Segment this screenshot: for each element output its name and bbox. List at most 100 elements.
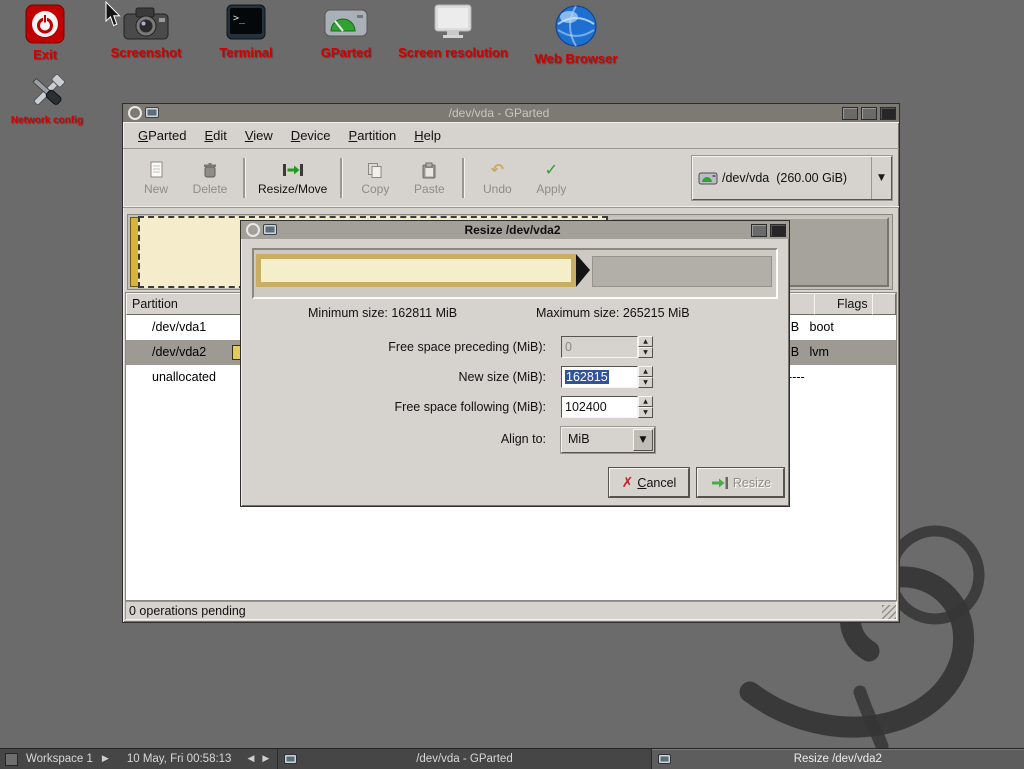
free-space-preceding-label: Free space preceding (MiB): bbox=[241, 334, 546, 360]
gparted-drive-icon bbox=[324, 4, 368, 42]
free-space-following-stepper[interactable]: ▲ ▼ bbox=[638, 396, 653, 418]
apply-check-icon: ✓ bbox=[545, 162, 558, 178]
paste-button[interactable]: Paste bbox=[402, 152, 456, 204]
desktop-icon-label: Screenshot bbox=[111, 45, 182, 60]
resize-grip[interactable] bbox=[882, 605, 896, 619]
align-to-value: MiB bbox=[562, 432, 590, 446]
task-resize-dialog[interactable]: Resize /dev/vda2 bbox=[651, 749, 1024, 769]
arrow-down-icon: ▼ bbox=[643, 350, 648, 356]
delete-icon bbox=[202, 162, 218, 179]
menu-device[interactable]: Device bbox=[282, 124, 340, 147]
device-selector-dropdown[interactable]: ▼ bbox=[871, 157, 891, 199]
exit-power-icon bbox=[25, 4, 65, 44]
desktop-icon-network-config[interactable]: Network config bbox=[0, 72, 105, 126]
close-button[interactable] bbox=[880, 107, 896, 120]
header-partition-label: Partition bbox=[132, 297, 178, 311]
arrow-down-icon: ▼ bbox=[643, 380, 648, 386]
selected-text: 162815 bbox=[565, 370, 609, 384]
main-window-title: /dev/vda - GParted bbox=[159, 106, 839, 120]
arrow-up-icon: ▲ bbox=[643, 339, 648, 345]
desktop-icon-label: Screen resolution bbox=[398, 45, 508, 60]
scroll-left-icon[interactable]: ◀ bbox=[247, 754, 254, 764]
scroll-right-icon[interactable]: ▶ bbox=[262, 754, 269, 764]
device-selector[interactable]: /dev/vda (260.00 GiB) ▼ bbox=[692, 156, 892, 200]
apply-button[interactable]: ✓ Apply bbox=[524, 152, 578, 204]
resize-slider-handle-icon[interactable] bbox=[576, 254, 590, 287]
undo-icon: ↶ bbox=[491, 162, 504, 178]
stepper-up-button[interactable]: ▲ bbox=[638, 366, 653, 377]
cancel-button[interactable]: ✗ Cancel bbox=[609, 468, 689, 497]
dialog-title: Resize /dev/vda2 bbox=[277, 223, 748, 237]
menu-partition[interactable]: Partition bbox=[340, 124, 406, 147]
stepper-down-button[interactable]: ▼ bbox=[638, 377, 653, 388]
row-partition-name: /dev/vda2 bbox=[126, 345, 206, 359]
new-button[interactable]: New bbox=[129, 152, 183, 204]
stepper-down-button[interactable]: ▼ bbox=[638, 407, 653, 418]
header-filler bbox=[872, 293, 896, 315]
resize-confirm-button[interactable]: Resize bbox=[697, 468, 784, 497]
arrow-up-icon: ▲ bbox=[643, 399, 648, 405]
tools-icon bbox=[26, 72, 68, 112]
task-label: /dev/vda - GParted bbox=[278, 753, 650, 765]
menu-help[interactable]: Help bbox=[405, 124, 450, 147]
row-right-text: iB lvm bbox=[788, 340, 829, 365]
workspace-next-icon[interactable]: ▶ bbox=[102, 754, 109, 764]
pager-icon[interactable] bbox=[5, 753, 18, 766]
desktop-icon-gparted[interactable]: GParted bbox=[288, 4, 404, 60]
pending-operations-text: 0 operations pending bbox=[129, 604, 246, 618]
chevron-down-icon: ▼ bbox=[878, 173, 885, 183]
task-gparted-main[interactable]: /dev/vda - GParted bbox=[277, 749, 650, 769]
cancel-button-label: Cancel bbox=[637, 476, 676, 490]
menu-view[interactable]: View bbox=[236, 124, 282, 147]
resize-button-label: Resize bbox=[733, 476, 771, 490]
copy-button-label: Copy bbox=[361, 182, 389, 196]
minimize-button[interactable] bbox=[842, 107, 858, 120]
maximize-button[interactable] bbox=[861, 107, 877, 120]
monitor-icon bbox=[433, 4, 473, 42]
row-right-text: iB boot bbox=[788, 315, 834, 340]
window-menu-icon[interactable] bbox=[246, 223, 260, 237]
dialog-maximize-button[interactable] bbox=[751, 224, 767, 237]
copy-button[interactable]: Copy bbox=[348, 152, 402, 204]
copy-icon bbox=[367, 162, 383, 179]
menu-edit[interactable]: Edit bbox=[195, 124, 235, 147]
row-partition-name: unallocated bbox=[126, 370, 216, 384]
stepper-down-button: ▼ bbox=[638, 347, 653, 358]
resize-move-icon bbox=[282, 162, 304, 178]
stepper-up-button[interactable]: ▲ bbox=[638, 396, 653, 407]
arrow-up-icon: ▲ bbox=[643, 369, 648, 375]
main-window-titlebar[interactable]: /dev/vda - GParted bbox=[123, 104, 899, 122]
undo-button-label: Undo bbox=[483, 182, 512, 196]
row-right-text: ---- bbox=[788, 365, 805, 390]
desktop-icon-screenshot[interactable]: Screenshot bbox=[88, 4, 204, 60]
stepper-up-button: ▲ bbox=[638, 336, 653, 347]
desktop-icon-screen-resolution[interactable]: Screen resolution bbox=[395, 4, 511, 60]
free-space-preceding-stepper: ▲ ▼ bbox=[638, 336, 653, 358]
terminal-icon: >_ bbox=[226, 4, 266, 42]
desktop-icon-web-browser[interactable]: Web Browser bbox=[518, 4, 634, 66]
toolbar-separator bbox=[462, 158, 464, 198]
task-window-icon bbox=[658, 754, 671, 765]
free-space-following-label: Free space following (MiB): bbox=[241, 394, 546, 420]
delete-button[interactable]: Delete bbox=[183, 152, 237, 204]
menu-gparted[interactable]: GParted bbox=[129, 124, 195, 147]
svg-text:>_: >_ bbox=[233, 13, 246, 24]
undo-button[interactable]: ↶ Undo bbox=[470, 152, 524, 204]
free-space-following-field[interactable]: 102400 bbox=[561, 396, 638, 418]
new-size-stepper[interactable]: ▲ ▼ bbox=[638, 366, 653, 388]
resize-move-button-label: Resize/Move bbox=[258, 182, 327, 196]
resize-slider-partition-block[interactable] bbox=[256, 254, 576, 287]
dialog-titlebar[interactable]: Resize /dev/vda2 bbox=[241, 221, 789, 239]
dropdown-arrow-button[interactable]: ▼ bbox=[633, 429, 653, 451]
desktop-icon-terminal[interactable]: >_ Terminal bbox=[188, 4, 304, 60]
arrow-down-icon: ▼ bbox=[643, 410, 648, 416]
new-size-label: New size (MiB): bbox=[241, 364, 546, 390]
paste-button-label: Paste bbox=[414, 182, 445, 196]
resize-move-button[interactable]: Resize/Move bbox=[251, 152, 334, 204]
status-bar: 0 operations pending bbox=[125, 601, 897, 620]
workspace-label[interactable]: Workspace 1 bbox=[26, 753, 93, 765]
dialog-close-button[interactable] bbox=[770, 224, 786, 237]
new-size-field[interactable]: 162815 bbox=[561, 366, 638, 388]
window-menu-icon[interactable] bbox=[128, 106, 142, 120]
align-to-dropdown[interactable]: MiB ▼ bbox=[561, 427, 655, 453]
